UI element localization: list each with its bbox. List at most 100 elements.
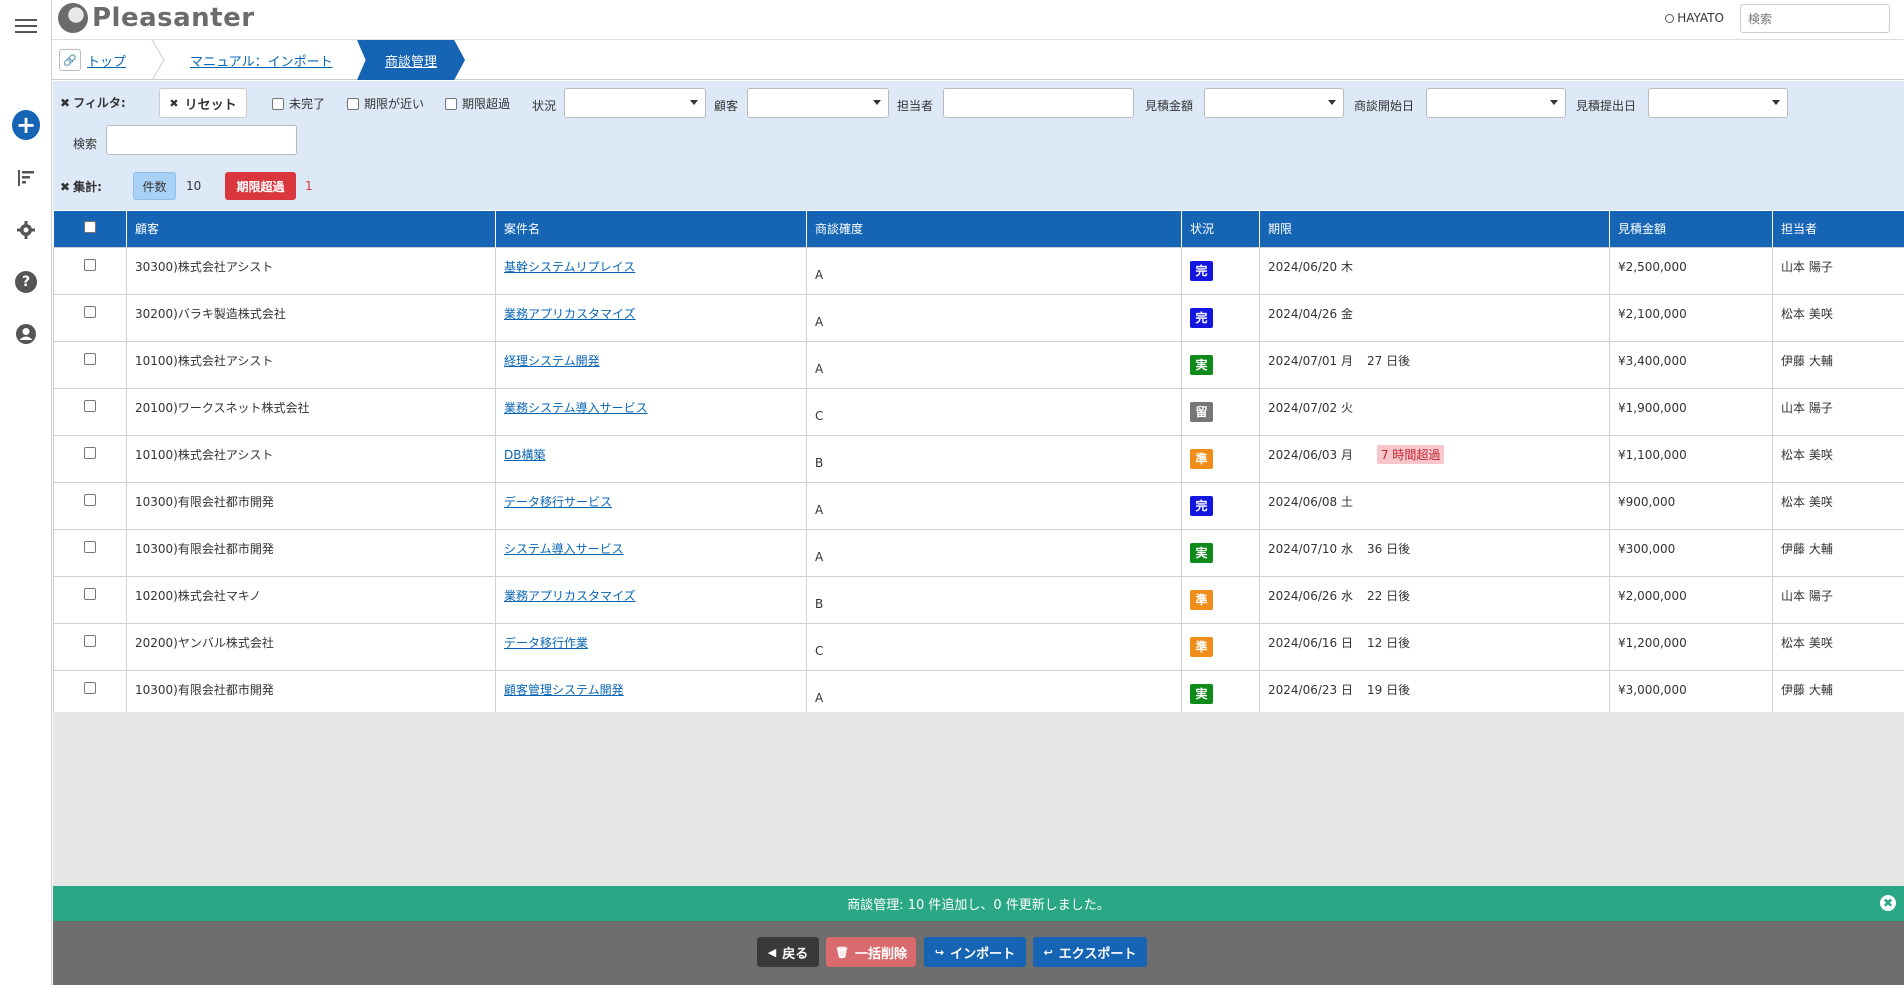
customer-text: 10100)株式会社アシスト bbox=[135, 448, 274, 462]
col-header-due[interactable]: 期限 bbox=[1259, 211, 1610, 247]
cell-due: 2024/06/23 日 19 日後 bbox=[1259, 669, 1610, 718]
table-row[interactable]: 20200)ヤンバル株式会社 データ移行作業 C 準 2024/06/16 日 12 日後… bbox=[53, 622, 1904, 671]
breadcrumb-current[interactable]: 商談管理 bbox=[357, 40, 465, 80]
checkbox-box[interactable] bbox=[347, 97, 359, 110]
amount-text: ¥3,000,000 bbox=[1618, 682, 1687, 697]
row-checkbox[interactable] bbox=[84, 541, 96, 553]
owner-input[interactable] bbox=[943, 88, 1134, 118]
header-search-input[interactable] bbox=[1740, 4, 1890, 33]
table-row[interactable]: 10200)株式会社マキノ 業務アプリカスタマイズ B 準 2024/06/26 水 22… bbox=[53, 575, 1904, 624]
start-date-select[interactable] bbox=[1426, 88, 1566, 118]
row-checkbox[interactable] bbox=[84, 494, 96, 506]
row-checkbox[interactable] bbox=[84, 447, 96, 459]
breadcrumb-manual[interactable]: マニュアル：インポート bbox=[190, 51, 333, 70]
row-checkbox[interactable] bbox=[84, 400, 96, 412]
checkbox-box[interactable] bbox=[272, 97, 284, 110]
overdue-badge[interactable]: 期限超過 bbox=[225, 172, 296, 200]
title-link[interactable]: 顧客管理システム開発 bbox=[504, 683, 624, 697]
close-message-icon[interactable]: ✖ bbox=[1880, 895, 1896, 911]
checkbox-incomplete[interactable]: 未完了 bbox=[272, 95, 325, 112]
app-logo[interactable]: Pleasanter bbox=[58, 3, 255, 33]
cell-amount: ¥1,100,000 bbox=[1609, 434, 1773, 483]
col-header-title[interactable]: 案件名 bbox=[495, 211, 807, 247]
count-badge[interactable]: 件数 bbox=[133, 172, 176, 200]
table-row[interactable]: 30300)株式会社アシスト 基幹システムリプレイス A 完 2024/06/20 木 ¥… bbox=[53, 246, 1904, 295]
sort-icon[interactable] bbox=[12, 164, 40, 192]
amount-text: ¥1,100,000 bbox=[1618, 447, 1687, 462]
customer-select[interactable] bbox=[747, 88, 889, 118]
breadcrumb-separator-icon bbox=[151, 40, 165, 80]
submit-date-select[interactable] bbox=[1648, 88, 1788, 118]
cell-customer: 10100)株式会社アシスト bbox=[126, 434, 496, 483]
col-header-status[interactable]: 状況 bbox=[1181, 211, 1260, 247]
title-link[interactable]: DB構築 bbox=[504, 448, 545, 462]
gear-icon[interactable] bbox=[12, 216, 40, 244]
col-header-owner[interactable]: 担当者 bbox=[1772, 211, 1904, 247]
row-checkbox[interactable] bbox=[84, 259, 96, 271]
table-row[interactable]: 20100)ワークスネット株式会社 業務システム導入サービス C 留 2024/07/0… bbox=[53, 387, 1904, 436]
title-link[interactable]: 業務アプリカスタマイズ bbox=[504, 589, 636, 603]
select-all-checkbox[interactable] bbox=[83, 221, 96, 234]
breadcrumb-top[interactable]: トップ bbox=[87, 51, 126, 70]
checkbox-near-due[interactable]: 期限が近い bbox=[347, 95, 424, 112]
amount-select[interactable] bbox=[1204, 88, 1344, 118]
reset-button[interactable]: ✖ リセット bbox=[159, 88, 247, 118]
user-menu[interactable]: HAYATO bbox=[1665, 11, 1724, 25]
title-link[interactable]: 経理システム開発 bbox=[504, 354, 600, 368]
cell-owner: 山本 陽子 bbox=[1772, 575, 1904, 624]
customer-text: 10300)有限会社都市開発 bbox=[135, 542, 274, 556]
cell-status: 完 bbox=[1181, 246, 1260, 295]
table-row[interactable]: 10100)株式会社アシスト 経理システム開発 A 実 2024/07/01 月 27 日… bbox=[53, 340, 1904, 389]
title-link[interactable]: データ移行作業 bbox=[504, 636, 588, 650]
search-filter-input[interactable] bbox=[106, 125, 297, 155]
title-link[interactable]: 基幹システムリプレイス bbox=[504, 260, 635, 274]
menu-hamburger-icon[interactable] bbox=[12, 12, 40, 40]
title-link[interactable]: 業務システム導入サービス bbox=[504, 401, 648, 415]
amount-text: ¥2,000,000 bbox=[1618, 588, 1687, 603]
cell-customer: 10300)有限会社都市開発 bbox=[126, 669, 496, 718]
filter-toggle[interactable]: ✖ フィルタ: bbox=[60, 94, 126, 111]
col-header-rank[interactable]: 商談確度 bbox=[806, 211, 1182, 247]
row-checkbox[interactable] bbox=[84, 588, 96, 600]
summary-toggle[interactable]: ✖ 集計: bbox=[60, 178, 102, 195]
col-header-customer[interactable]: 顧客 bbox=[126, 211, 496, 247]
message-text: 商談管理: 10 件追加し、0 件更新しました。 bbox=[847, 898, 1110, 913]
table-row[interactable]: 10300)有限会社都市開発 データ移行サービス A 完 2024/06/08 土 ¥90… bbox=[53, 481, 1904, 530]
owner-text: 松本 美咲 bbox=[1781, 307, 1833, 321]
back-label: 戻る bbox=[782, 946, 809, 962]
owner-text: 山本 陽子 bbox=[1781, 401, 1833, 415]
table-row[interactable]: 10100)株式会社アシスト DB構築 B 準 2024/06/03 月 7 時間超過 ¥1… bbox=[53, 434, 1904, 483]
import-button[interactable]: ↪ インポート bbox=[924, 937, 1026, 967]
link-icon[interactable]: 🔗 bbox=[59, 49, 81, 71]
left-sidebar: + ? bbox=[0, 0, 52, 985]
reset-label: リセット bbox=[184, 97, 237, 113]
row-checkbox[interactable] bbox=[84, 682, 96, 694]
account-icon[interactable] bbox=[12, 320, 40, 348]
col-header-amount[interactable]: 見積金額 bbox=[1609, 211, 1773, 247]
row-checkbox[interactable] bbox=[84, 306, 96, 318]
row-checkbox-cell bbox=[53, 481, 127, 530]
row-checkbox[interactable] bbox=[84, 353, 96, 365]
table-row[interactable]: 30200)バラキ製造株式会社 業務アプリカスタマイズ A 完 2024/04/26 金… bbox=[53, 293, 1904, 342]
cell-title: データ移行サービス bbox=[495, 481, 807, 530]
due-date: 2024/07/01 月 bbox=[1268, 354, 1353, 368]
amount-filter-label: 見積金額 bbox=[1145, 99, 1194, 113]
bulk-delete-button[interactable]: 🗑 一括削除 bbox=[826, 937, 916, 967]
cell-rank: A bbox=[806, 340, 1182, 389]
title-link[interactable]: データ移行サービス bbox=[504, 495, 612, 509]
customer-text: 20100)ワークスネット株式会社 bbox=[135, 401, 310, 415]
checkbox-box[interactable] bbox=[445, 97, 457, 110]
checkbox-overdue[interactable]: 期限超過 bbox=[445, 95, 510, 112]
title-link[interactable]: 業務アプリカスタマイズ bbox=[504, 307, 636, 321]
title-link[interactable]: システム導入サービス bbox=[504, 542, 624, 556]
back-button[interactable]: ◀ 戻る bbox=[757, 937, 819, 967]
table-row[interactable]: 10300)有限会社都市開発 顧客管理システム開発 A 実 2024/06/23 日 19… bbox=[53, 669, 1904, 718]
row-checkbox[interactable] bbox=[84, 635, 96, 647]
owner-text: 松本 美咲 bbox=[1781, 636, 1833, 650]
due-date: 2024/06/26 水 bbox=[1268, 589, 1353, 603]
help-icon[interactable]: ? bbox=[12, 268, 40, 296]
export-button[interactable]: ↩ エクスポート bbox=[1033, 937, 1147, 967]
status-select[interactable] bbox=[564, 88, 706, 118]
table-row[interactable]: 10300)有限会社都市開発 システム導入サービス A 実 2024/07/10 水 36… bbox=[53, 528, 1904, 577]
new-item-icon[interactable]: + bbox=[12, 110, 40, 140]
